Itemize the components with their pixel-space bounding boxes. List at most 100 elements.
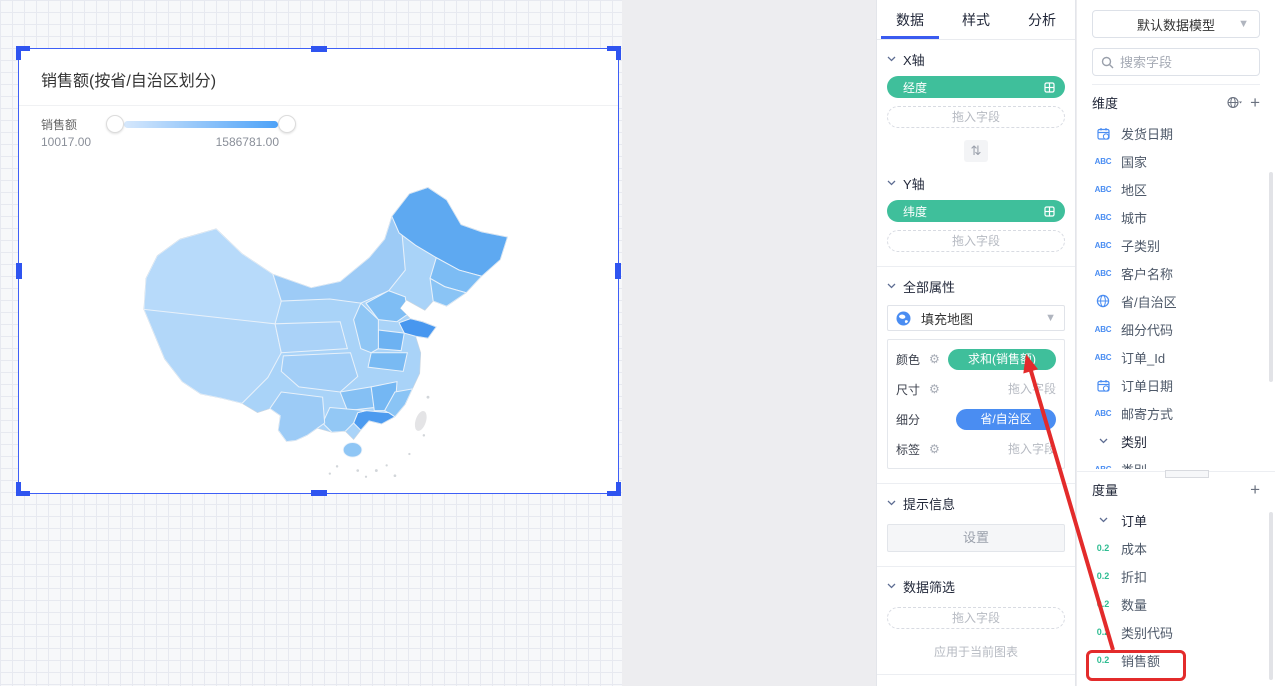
measure-label: 成本: [1121, 539, 1147, 558]
resize-handle-right[interactable]: [615, 263, 621, 279]
data-filter-section: 数据筛选 拖入字段 应用于当前图表: [877, 567, 1075, 660]
calendar-icon: [1092, 127, 1114, 140]
legend-range-slider[interactable]: [106, 113, 296, 135]
dimensions-title: 维度: [1092, 93, 1118, 112]
tab-analysis[interactable]: 分析: [1009, 0, 1075, 39]
legend-min-value: 10017.00: [41, 135, 91, 149]
abc-icon: ABC: [1092, 465, 1114, 470]
gear-icon[interactable]: ⚙: [929, 352, 943, 366]
resize-corner-bl[interactable]: [16, 482, 30, 496]
all-properties-section: 全部属性 填充地图 ▼ 颜色 ⚙ 求和(销售额) 尺寸 ⚙ 拖入字段 细: [877, 267, 1075, 469]
resize-corner-tl[interactable]: [16, 46, 30, 60]
dimension-item[interactable]: ABC 订单_Id: [1092, 343, 1275, 371]
search-icon: [1101, 56, 1114, 69]
measure-label: 销售额: [1121, 651, 1160, 670]
dimension-group-category[interactable]: 类别: [1092, 427, 1275, 455]
data-filter-title: 数据筛选: [903, 577, 955, 596]
measure-item[interactable]: 0.2 折扣: [1092, 562, 1275, 590]
horizontal-scrollbar[interactable]: [1165, 470, 1209, 478]
legend-min-handle[interactable]: [106, 115, 124, 133]
dimension-item[interactable]: ABC 城市: [1092, 203, 1275, 231]
tab-style[interactable]: 样式: [943, 0, 1009, 39]
color-legend: 销售额: [41, 113, 601, 135]
label-drop-zone[interactable]: 拖入字段: [1008, 439, 1056, 460]
x-axis-drop-zone[interactable]: 拖入字段: [887, 106, 1065, 128]
vertical-scrollbar[interactable]: [1269, 172, 1273, 382]
color-field-pill[interactable]: 求和(销售额): [948, 349, 1056, 370]
dashboard-artboard[interactable]: 销售额(按省/自治区划分) 销售额 10017.00 1586781.00: [0, 0, 622, 686]
x-axis-field-label: 经度: [903, 79, 927, 96]
geo-role-icon[interactable]: [1227, 96, 1242, 109]
number-field-icon: 0.2: [1092, 543, 1114, 553]
add-measure-button[interactable]: +: [1250, 481, 1260, 498]
size-drop-zone[interactable]: 拖入字段: [1008, 379, 1056, 400]
chevron-down-icon: [1092, 517, 1114, 523]
field-search[interactable]: [1092, 48, 1260, 76]
data-model-select[interactable]: 默认数据模型 ▼: [1092, 10, 1260, 38]
vertical-scrollbar[interactable]: [1269, 512, 1273, 680]
chart-card[interactable]: 销售额(按省/自治区划分) 销售额 10017.00 1586781.00: [18, 48, 619, 494]
legend-gradient-track: [124, 121, 278, 128]
tooltip-title: 提示信息: [903, 494, 955, 513]
dimension-label: 细分代码: [1121, 320, 1173, 339]
abc-icon: ABC: [1092, 157, 1114, 166]
field-search-input[interactable]: [1120, 55, 1251, 70]
dimension-item[interactable]: ABC 子类别: [1092, 231, 1275, 259]
gear-icon[interactable]: ⚙: [929, 442, 943, 456]
legend-max-handle[interactable]: [278, 115, 296, 133]
dimension-item[interactable]: ABC 地区: [1092, 175, 1275, 203]
china-choropleth-map[interactable]: [117, 175, 553, 485]
dropdown-caret-icon: ▼: [1238, 18, 1249, 30]
dimensions-header: 维度 +: [1077, 85, 1275, 119]
resize-corner-br[interactable]: [607, 482, 621, 496]
detail-field-pill[interactable]: 省/自治区: [956, 409, 1056, 430]
y-axis-field-pill[interactable]: 纬度: [887, 200, 1065, 222]
resize-corner-tr[interactable]: [607, 46, 621, 60]
resize-handle-left[interactable]: [16, 263, 22, 279]
tooltip-header[interactable]: 提示信息: [887, 484, 1065, 512]
dimension-item[interactable]: 发货日期: [1092, 119, 1275, 147]
measure-group-order[interactable]: 订单: [1092, 506, 1275, 534]
tab-data[interactable]: 数据: [877, 0, 943, 39]
filter-drop-zone[interactable]: 拖入字段: [887, 607, 1065, 629]
x-axis-header[interactable]: X轴: [887, 40, 1065, 68]
dimension-label: 发货日期: [1121, 124, 1173, 143]
dropdown-caret-icon: ▼: [1045, 312, 1056, 324]
resize-handle-bottom[interactable]: [311, 490, 327, 496]
chart-title: 销售额(按省/自治区划分): [41, 67, 216, 91]
size-property-label: 尺寸: [896, 381, 924, 398]
dimension-item[interactable]: ABC 邮寄方式: [1092, 399, 1275, 427]
chart-type-select[interactable]: 填充地图 ▼: [887, 305, 1065, 331]
swap-axes-button[interactable]: ⇅: [964, 140, 988, 162]
abc-icon: ABC: [1092, 185, 1114, 194]
resize-handle-top[interactable]: [311, 46, 327, 52]
dimension-label: 地区: [1121, 180, 1147, 199]
dimension-item[interactable]: ABC 国家: [1092, 147, 1275, 175]
gear-icon[interactable]: ⚙: [929, 382, 943, 396]
dimension-item[interactable]: 省/自治区: [1092, 287, 1275, 315]
add-dimension-button[interactable]: +: [1250, 94, 1260, 111]
y-axis-section: Y轴 纬度 拖入字段: [877, 164, 1075, 252]
calendar-icon: [1092, 379, 1114, 392]
dimension-item-clipped[interactable]: ABC 类别: [1092, 455, 1275, 469]
dimension-item[interactable]: ABC 细分代码: [1092, 315, 1275, 343]
measure-item-sales[interactable]: 0.2 销售额: [1092, 646, 1275, 674]
abc-icon: ABC: [1092, 409, 1114, 418]
measure-item[interactable]: 0.2 类别代码: [1092, 618, 1275, 646]
measure-item[interactable]: 0.2 成本: [1092, 534, 1275, 562]
color-property-row: 颜色 ⚙ 求和(销售额): [896, 344, 1056, 374]
x-axis-field-pill[interactable]: 经度: [887, 76, 1065, 98]
tooltip-settings-button[interactable]: 设置: [887, 524, 1065, 552]
measures-title: 度量: [1092, 480, 1118, 499]
data-filter-header[interactable]: 数据筛选: [887, 567, 1065, 595]
dimension-item[interactable]: 订单日期: [1092, 371, 1275, 399]
dimension-label: 客户名称: [1121, 264, 1173, 283]
measure-item[interactable]: 0.2 数量: [1092, 590, 1275, 618]
all-properties-header[interactable]: 全部属性: [887, 267, 1065, 295]
y-axis-drop-zone[interactable]: 拖入字段: [887, 230, 1065, 252]
dimension-item[interactable]: ABC 客户名称: [1092, 259, 1275, 287]
chevron-down-icon: [887, 180, 896, 186]
chevron-down-icon: [887, 283, 896, 289]
y-axis-header[interactable]: Y轴: [887, 164, 1065, 192]
dimension-group-label: 类别: [1121, 432, 1147, 451]
